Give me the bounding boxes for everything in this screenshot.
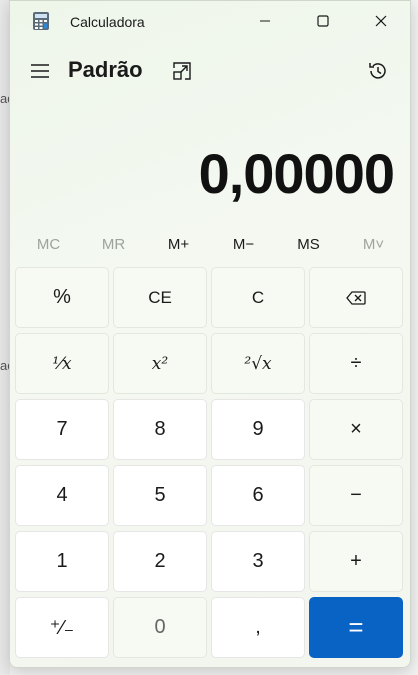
decimal-separator-button[interactable]: , — [211, 597, 305, 658]
title-bar[interactable]: Calculadora — [10, 1, 410, 41]
history-button[interactable] — [366, 59, 390, 83]
negate-button[interactable]: ⁺⁄₋ — [15, 597, 109, 658]
close-button[interactable] — [352, 1, 410, 41]
result-display: 0,00000 — [198, 142, 395, 205]
hamburger-menu-icon — [31, 64, 49, 78]
digit-0-button[interactable]: 0 — [113, 597, 207, 658]
equals-button[interactable]: = — [309, 597, 403, 658]
digit-6-button[interactable]: 6 — [211, 465, 305, 526]
digit-1-button[interactable]: 1 — [15, 531, 109, 592]
keep-on-top-button[interactable] — [170, 59, 194, 83]
memory-clear-button[interactable]: MC — [16, 231, 81, 259]
subtract-button[interactable]: − — [309, 465, 403, 526]
minimize-icon — [260, 20, 270, 22]
clear-entry-button[interactable]: CE — [113, 267, 207, 328]
digit-7-button[interactable]: 7 — [15, 399, 109, 460]
maximize-button[interactable] — [294, 1, 352, 41]
add-button[interactable]: + — [309, 531, 403, 592]
memory-add-button[interactable]: M+ — [146, 231, 211, 259]
backspace-button[interactable] — [309, 267, 403, 328]
history-icon — [369, 63, 386, 79]
backspace-icon — [346, 290, 366, 305]
mode-title: Padrão — [68, 57, 143, 82]
percent-button[interactable]: % — [15, 267, 109, 328]
window-title: Calculadora — [70, 14, 145, 30]
memory-store-button[interactable]: MS — [276, 231, 341, 259]
digit-3-button[interactable]: 3 — [211, 531, 305, 592]
digit-4-button[interactable]: 4 — [15, 465, 109, 526]
reciprocal-button[interactable]: ¹⁄x — [15, 333, 109, 394]
multiply-button[interactable]: × — [309, 399, 403, 460]
clear-button[interactable]: C — [211, 267, 305, 328]
keep-on-top-icon — [173, 62, 191, 80]
memory-subtract-button[interactable]: M− — [211, 231, 276, 259]
square-button[interactable]: x² — [113, 333, 207, 394]
maximize-icon — [317, 15, 329, 27]
digit-5-button[interactable]: 5 — [113, 465, 207, 526]
navigation-menu-button[interactable] — [28, 59, 52, 83]
close-icon — [375, 15, 387, 27]
memory-recall-button[interactable]: MR — [81, 231, 146, 259]
digit-2-button[interactable]: 2 — [113, 531, 207, 592]
digit-9-button[interactable]: 9 — [211, 399, 305, 460]
calculator-header: Padrão — [10, 47, 410, 97]
digit-8-button[interactable]: 8 — [113, 399, 207, 460]
calculator-window: Calculadora Padrão 0,00000 MC MR M+ M− M… — [9, 0, 411, 668]
minimize-button[interactable] — [236, 1, 294, 41]
divide-button[interactable]: ÷ — [309, 333, 403, 394]
calculator-app-icon — [32, 12, 50, 30]
memory-row: MC MR M+ M− MS M˅ — [16, 231, 406, 259]
square-root-button[interactable]: ²√x — [211, 333, 305, 394]
memory-list-button[interactable]: M˅ — [341, 231, 406, 259]
